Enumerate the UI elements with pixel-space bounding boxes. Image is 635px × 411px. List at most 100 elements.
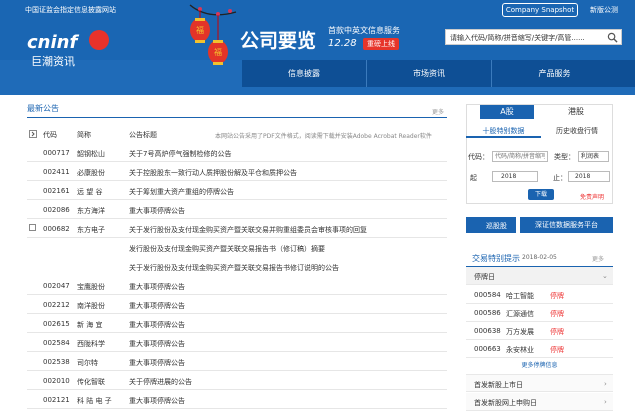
row-name[interactable]: 远 望 谷 <box>77 187 102 197</box>
suspend-status: 停牌 <box>550 310 564 318</box>
suspend-row[interactable]: 000638 万方发展 停牌 <box>466 322 613 340</box>
suspend-name: 汇源通信 <box>506 310 534 318</box>
search-box[interactable]: 请输入代码/简称/拼音缩写/关键字/高管...... <box>445 29 622 45</box>
row-name[interactable]: 东方电子 <box>77 225 105 235</box>
table-row[interactable]: 002615 新 海 宜 重大事项停牌公告 <box>27 314 447 333</box>
code-input[interactable] <box>492 151 548 162</box>
suspend-row[interactable]: 000584 哈工智能 停牌 <box>466 286 613 304</box>
row-name[interactable]: 东方海洋 <box>77 206 105 216</box>
nav-item-products[interactable]: 产品服务 <box>492 60 617 87</box>
type-label: 类型： <box>554 153 575 161</box>
table-row[interactable]: 000682 东方电子 关于发行股份及支付现金购买资产暨关联交易并购重组委员会审核事… <box>27 219 447 238</box>
ipo-listing-row[interactable]: 首发新股上市日 › <box>466 374 613 392</box>
row-title[interactable]: 重大事项停牌公告 <box>129 206 185 216</box>
row-title[interactable]: 关于发行股份及支付现金购买资产暨关联交易报告书修订说明的公告 <box>129 263 339 273</box>
table-row[interactable]: 002584 西陇科学 重大事项停牌公告 <box>27 333 447 352</box>
expand-icon[interactable] <box>29 224 36 231</box>
new-version-link[interactable]: 新版公测 <box>590 5 618 15</box>
row-code[interactable]: 000682 <box>43 225 70 233</box>
row-code[interactable]: 002010 <box>43 377 70 385</box>
row-name[interactable]: 宝鹰股份 <box>77 282 105 292</box>
row-code[interactable]: 002121 <box>43 396 70 404</box>
tips-title: 交易特别提示 <box>472 254 520 263</box>
site-logo[interactable]: cninf 巨潮资讯 <box>27 30 109 69</box>
chevron-right-icon[interactable] <box>29 130 37 138</box>
suspend-header[interactable]: 停牌日 ⌄ <box>466 267 613 285</box>
search-input[interactable]: 请输入代码/简称/拼音缩写/关键字/高管...... <box>450 33 585 43</box>
row-title[interactable]: 重大事项停牌公告 <box>129 320 185 330</box>
row-title[interactable]: 重大事项停牌公告 <box>129 339 185 349</box>
table-row[interactable]: 002161 远 望 谷 关于筹划重大资产重组的停牌公告 <box>27 181 447 200</box>
suspend-name: 万方发展 <box>506 328 534 336</box>
pdf-notice: 本网站公告采用了PDF文件格式，阅读需下载并安装Adobe Acrobat Re… <box>215 133 432 140</box>
ipo-subscription-row[interactable]: 首发新股网上申购日 › <box>466 393 613 411</box>
search-icon[interactable] <box>607 32 618 43</box>
site-tagline: 中国证监会指定信息披露网站 <box>25 6 116 14</box>
table-row[interactable]: 002212 南洋股份 重大事项停牌公告 <box>27 295 447 314</box>
row-title[interactable]: 重大事项停牌公告 <box>129 396 185 406</box>
row-name[interactable]: 南洋股份 <box>77 301 105 311</box>
promo-banner-left[interactable]: 巡股股 <box>466 217 516 233</box>
row-title[interactable]: 重大事项停牌公告 <box>129 282 185 292</box>
row-name[interactable]: 新 海 宜 <box>77 320 102 330</box>
announcements-title: 最新公告 <box>27 104 59 113</box>
tab-special-data[interactable]: 十股特别数据 <box>466 124 541 138</box>
row-name[interactable]: 科 陆 电 子 <box>77 396 112 406</box>
nav-item-market[interactable]: 市场资讯 <box>367 60 492 87</box>
table-row[interactable]: 002411 必康股份 关于控股股东一致行动人质押股份解及平仓和质押公告 <box>27 162 447 181</box>
type-select[interactable]: 利润表 <box>578 151 609 162</box>
row-title[interactable]: 关于7号高炉停气强制检修的公告 <box>129 149 231 159</box>
suspend-row[interactable]: 000586 汇源通信 停牌 <box>466 304 613 322</box>
row-title[interactable]: 关于筹划重大资产重组的停牌公告 <box>129 187 234 197</box>
row-code[interactable]: 002584 <box>43 339 70 347</box>
row-code[interactable]: 002086 <box>43 206 70 214</box>
tips-more-link[interactable]: 更多 <box>592 254 604 263</box>
table-row[interactable]: 002121 科 陆 电 子 重大事项停牌公告 <box>27 390 447 409</box>
row-name[interactable]: 韶钢松山 <box>77 149 105 159</box>
table-row[interactable]: 关于发行股份及支付现金购买资产暨关联交易报告书修订说明的公告 <box>27 257 447 276</box>
suspend-more-link[interactable]: 更多停牌信息 <box>466 360 613 370</box>
row-name[interactable]: 必康股份 <box>77 168 105 178</box>
suspend-status: 停牌 <box>550 346 564 354</box>
download-button[interactable]: 下载 <box>528 189 554 200</box>
disclaimer-link[interactable]: 免责声明 <box>580 192 604 201</box>
svg-text:福: 福 <box>196 26 204 35</box>
row-title[interactable]: 关于停牌进展的公告 <box>129 377 192 387</box>
row-code[interactable]: 002047 <box>43 282 70 290</box>
row-code[interactable]: 002411 <box>43 168 70 176</box>
row-title[interactable]: 关于发行股份及支付现金购买资产暨关联交易并购重组委员会审核事项的回复 <box>129 225 367 235</box>
table-row[interactable]: 002047 宝鹰股份 重大事项停牌公告 <box>27 276 447 295</box>
tab-a-share[interactable]: A股 <box>480 105 534 119</box>
row-name[interactable]: 司尔特 <box>77 358 98 368</box>
table-row[interactable]: 002010 传化智联 关于停牌进展的公告 <box>27 371 447 390</box>
table-row[interactable]: 002086 东方海洋 重大事项停牌公告 <box>27 200 447 219</box>
logo-text-en: cninf <box>27 32 78 53</box>
row-code[interactable]: 000717 <box>43 149 70 157</box>
promo-banner-right[interactable]: 深证信数据服务平台 <box>520 217 613 233</box>
logo-text-cn: 巨潮资讯 <box>31 55 75 68</box>
row-title[interactable]: 重大事项停牌公告 <box>129 301 185 311</box>
ipo-listing-label: 首发新股上市日 <box>474 381 523 389</box>
row-name[interactable]: 西陇科学 <box>77 339 105 349</box>
tab-hk-share[interactable]: 港股 <box>556 105 596 119</box>
announcements-more-link[interactable]: 更多 <box>432 107 444 116</box>
row-code[interactable]: 002615 <box>43 320 70 328</box>
table-row[interactable]: 002538 司尔特 重大事项停牌公告 <box>27 352 447 371</box>
row-code[interactable]: 002538 <box>43 358 70 366</box>
promo-badge[interactable]: 重磅上线 <box>363 38 399 50</box>
row-title[interactable]: 重大事项停牌公告 <box>129 358 185 368</box>
row-name[interactable]: 传化智联 <box>77 377 105 387</box>
row-title[interactable]: 发行股份及支付现金购买资产暨关联交易报告书（修订稿）摘要 <box>129 244 325 254</box>
start-year-select[interactable]: 2018 <box>492 171 538 182</box>
table-row[interactable]: 发行股份及支付现金购买资产暨关联交易报告书（修订稿）摘要 <box>27 238 447 257</box>
company-snapshot-button[interactable]: Company Snapshot <box>502 3 578 17</box>
row-title[interactable]: 关于控股股东一致行动人质押股份解及平仓和质押公告 <box>129 168 297 178</box>
suspend-row[interactable]: 000663 永安林业 停牌 <box>466 340 613 358</box>
tab-history-quotes[interactable]: 历史收盘行情 <box>541 124 613 138</box>
nav-item-disclosure[interactable]: 信息披露 <box>242 60 367 87</box>
table-row[interactable]: 000717 韶钢松山 关于7号高炉停气强制检修的公告 <box>27 143 447 162</box>
row-code[interactable]: 002212 <box>43 301 70 309</box>
end-year-select[interactable]: 2018 <box>568 171 610 182</box>
svg-text:福: 福 <box>214 48 222 57</box>
row-code[interactable]: 002161 <box>43 187 70 195</box>
